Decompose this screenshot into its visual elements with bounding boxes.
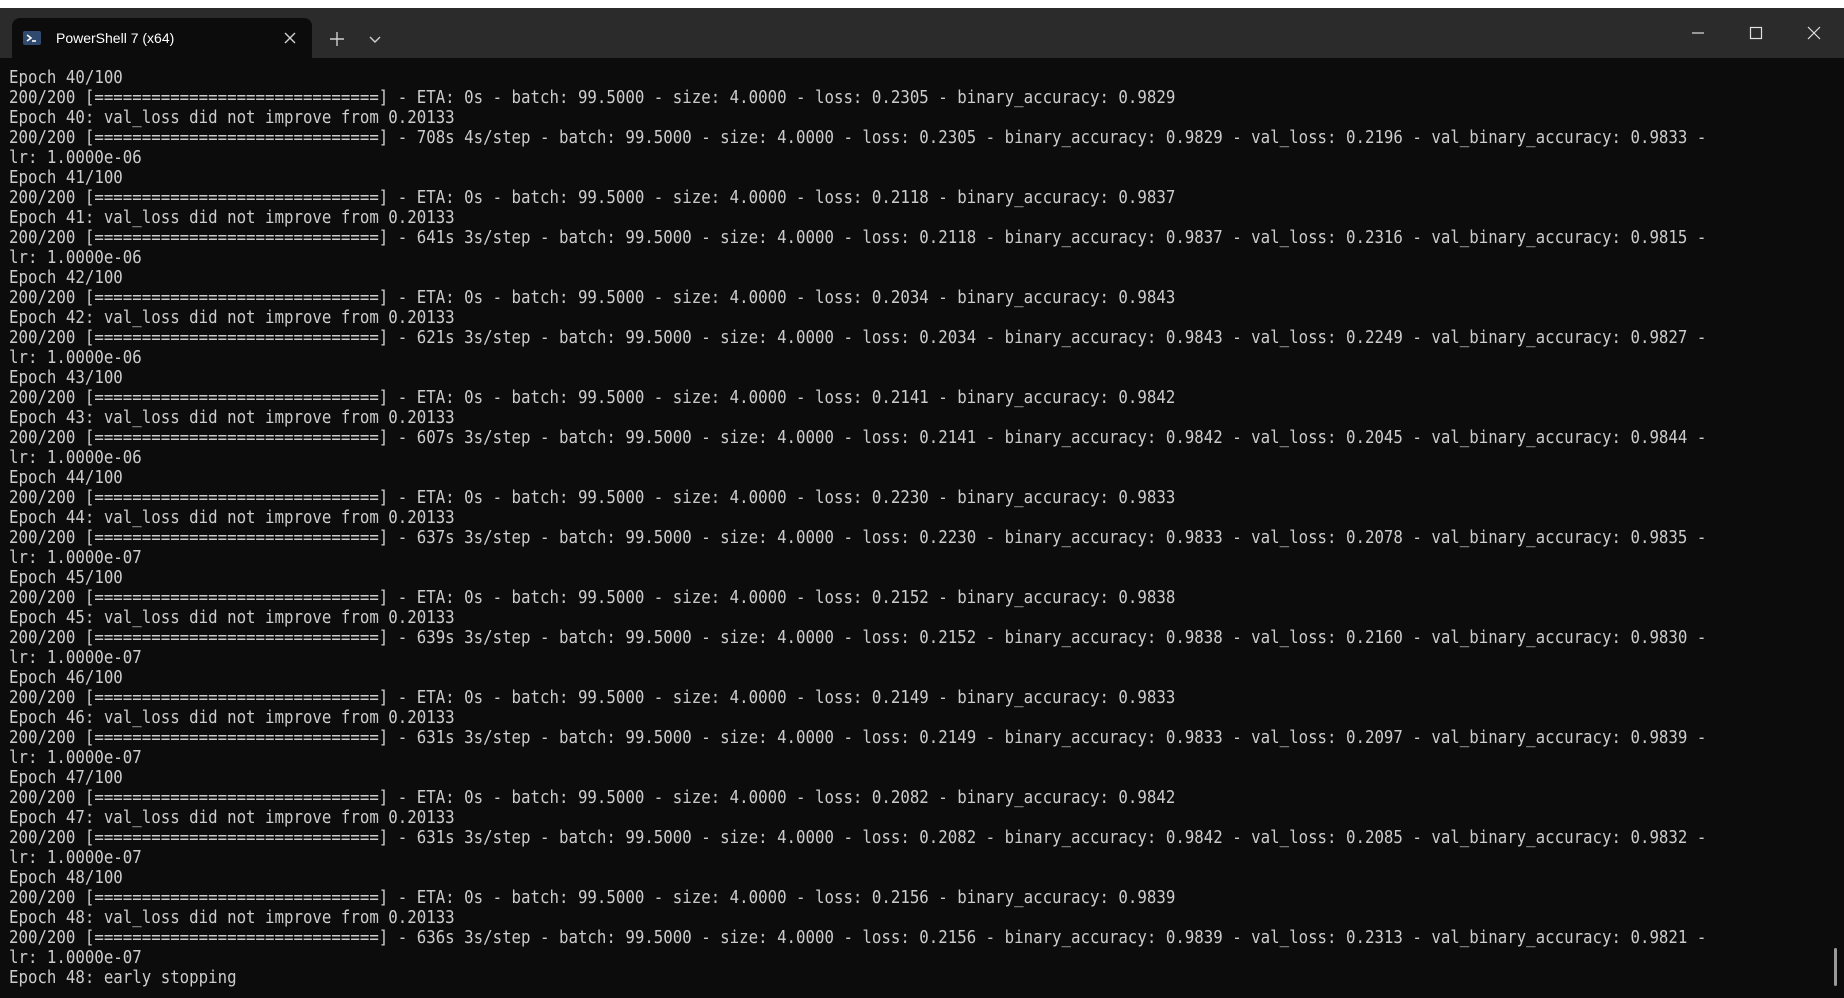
close-window-icon[interactable] — [1785, 8, 1843, 58]
console-line: Epoch 46/100 — [9, 668, 123, 688]
console-line: Epoch 42: val_loss did not improve from … — [9, 308, 455, 328]
console-output[interactable]: Epoch 40/100 200/200 [===================… — [0, 58, 1830, 998]
console-line: 200/200 [==============================]… — [9, 328, 1707, 348]
console-line: 200/200 [==============================]… — [9, 628, 1707, 648]
console-line: Epoch 46: val_loss did not improve from … — [9, 708, 455, 728]
console-line: Epoch 41: val_loss did not improve from … — [9, 208, 455, 228]
console-line: lr: 1.0000e-06 — [9, 148, 142, 168]
plus-icon[interactable] — [322, 24, 352, 54]
terminal-window: PowerShell 7 (x64) Epoch 40/100 200/200 … — [0, 8, 1844, 998]
console-line: Epoch 47: val_loss did not improve from … — [9, 808, 455, 828]
tab-title: PowerShell 7 (x64) — [56, 30, 175, 46]
console-line: Epoch 48: val_loss did not improve from … — [9, 908, 455, 928]
console-line: Epoch 40/100 — [9, 68, 123, 88]
console-line: 200/200 [==============================]… — [9, 388, 1176, 408]
console-line: Epoch 44/100 — [9, 468, 123, 488]
console-line: 200/200 [==============================]… — [9, 888, 1176, 908]
tab-powershell[interactable]: PowerShell 7 (x64) — [12, 18, 312, 58]
console-line: lr: 1.0000e-07 — [9, 848, 142, 868]
console-line: 200/200 [==============================]… — [9, 828, 1707, 848]
console-line: 200/200 [==============================]… — [9, 488, 1176, 508]
console-line: Epoch 45/100 — [9, 568, 123, 588]
chevron-down-icon[interactable] — [360, 24, 390, 54]
console-line: Epoch 48/100 — [9, 868, 123, 888]
console-line: lr: 1.0000e-07 — [9, 548, 142, 568]
close-tab-icon[interactable] — [280, 28, 300, 48]
console-line: 200/200 [==============================]… — [9, 128, 1707, 148]
console-line: 200/200 [==============================]… — [9, 188, 1176, 208]
console-line: Epoch 43: val_loss did not improve from … — [9, 408, 455, 428]
console-line: Epoch 42/100 — [9, 268, 123, 288]
console-line: lr: 1.0000e-07 — [9, 948, 142, 968]
console-line: lr: 1.0000e-07 — [9, 648, 142, 668]
console-line: lr: 1.0000e-06 — [9, 448, 142, 468]
console-line: Epoch 40: val_loss did not improve from … — [9, 108, 455, 128]
console-line: 200/200 [==============================]… — [9, 688, 1176, 708]
console-line: lr: 1.0000e-07 — [9, 748, 142, 768]
powershell-icon — [22, 28, 42, 48]
console-line: 200/200 [==============================]… — [9, 428, 1707, 448]
title-bar[interactable]: PowerShell 7 (x64) — [0, 8, 1844, 58]
console-line: Epoch 45: val_loss did not improve from … — [9, 608, 455, 628]
console-line: Epoch 48: early stopping — [9, 968, 237, 988]
console-line: Epoch 41/100 — [9, 168, 123, 188]
console-line: 200/200 [==============================]… — [9, 728, 1707, 748]
console-line: 200/200 [==============================]… — [9, 528, 1707, 548]
console-line: Epoch 43/100 — [9, 368, 123, 388]
console-line: lr: 1.0000e-06 — [9, 248, 142, 268]
console-line: lr: 1.0000e-06 — [9, 348, 142, 368]
console-line: 200/200 [==============================]… — [9, 788, 1176, 808]
scrollbar-thumb[interactable] — [1834, 948, 1837, 986]
console-line: 200/200 [==============================]… — [9, 88, 1176, 108]
console-line: Epoch 47/100 — [9, 768, 123, 788]
console-line: 200/200 [==============================]… — [9, 588, 1176, 608]
console-line: 200/200 [==============================]… — [9, 288, 1176, 308]
console-line: 200/200 [==============================]… — [9, 928, 1707, 948]
maximize-icon[interactable] — [1727, 8, 1785, 58]
console-lines: Epoch 40/100 200/200 [===================… — [0, 58, 1707, 988]
console-line: Epoch 44: val_loss did not improve from … — [9, 508, 455, 528]
minimize-icon[interactable] — [1669, 8, 1727, 58]
console-line: 200/200 [==============================]… — [9, 228, 1707, 248]
